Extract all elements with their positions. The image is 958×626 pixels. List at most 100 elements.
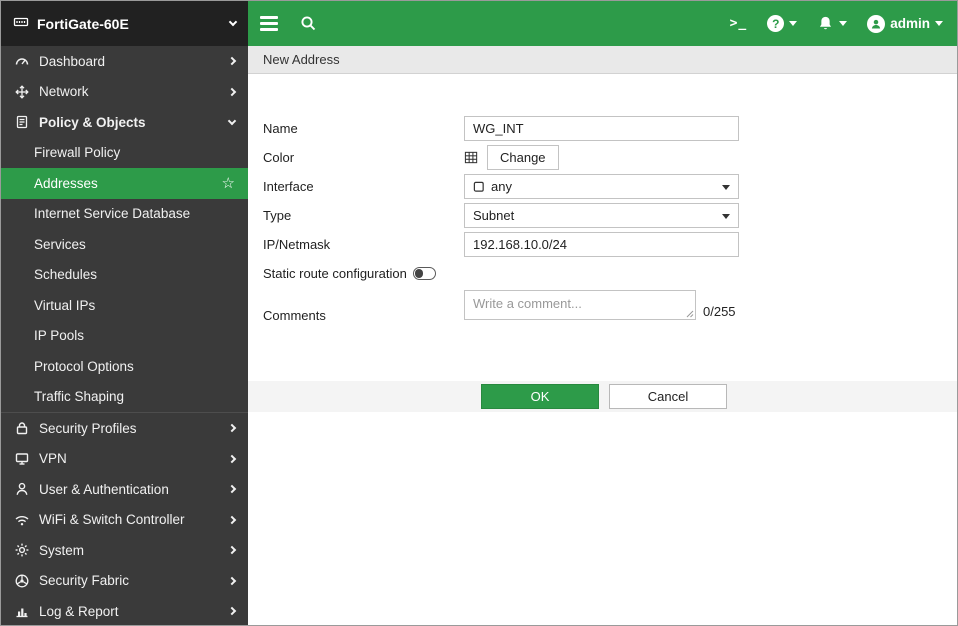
sidebar-item-label: Network — [39, 84, 89, 99]
device-name: FortiGate-60E — [37, 16, 129, 32]
sidebar-item-label: Log & Report — [39, 604, 119, 619]
sidebar-item-firewall-policy[interactable]: Firewall Policy — [1, 138, 248, 169]
sidebar-item-traffic-shaping[interactable]: Traffic Shaping — [1, 382, 248, 413]
sidebar-item-label: User & Authentication — [39, 482, 169, 497]
type-value: Subnet — [473, 208, 514, 223]
fortigate-logo-icon — [13, 14, 29, 33]
sidebar-item-label: Security Fabric — [39, 573, 129, 588]
sidebar-item-virtual-ips[interactable]: Virtual IPs — [1, 290, 248, 321]
topbar-right: >_ ? admin — [730, 15, 943, 33]
fabric-icon — [13, 572, 30, 589]
sidebar-item-label: Security Profiles — [39, 421, 137, 436]
name-input[interactable] — [464, 116, 739, 141]
sidebar-item-addresses[interactable]: Addresses ☆ — [1, 168, 248, 199]
sidebar-subitem-label: Firewall Policy — [34, 145, 120, 160]
policy-objects-submenu: Firewall Policy Addresses ☆ Internet Ser… — [1, 138, 248, 414]
sidebar-item-protocol-options[interactable]: Protocol Options — [1, 351, 248, 382]
admin-menu[interactable]: admin — [867, 15, 943, 33]
interface-select[interactable]: any — [464, 174, 739, 199]
menu-toggle-icon[interactable] — [260, 16, 278, 31]
page-title: New Address — [263, 52, 340, 67]
ip-netmask-input[interactable] — [464, 232, 739, 257]
cancel-button[interactable]: Cancel — [609, 384, 727, 409]
admin-avatar-icon — [867, 15, 885, 33]
type-select[interactable]: Subnet — [464, 203, 739, 228]
sidebar-item-user-authentication[interactable]: User & Authentication — [1, 474, 248, 505]
type-label: Type — [263, 208, 464, 223]
sidebar-item-internet-service-database[interactable]: Internet Service Database — [1, 199, 248, 230]
sidebar-item-services[interactable]: Services — [1, 229, 248, 260]
comments-textarea[interactable] — [464, 290, 696, 320]
ip-netmask-label: IP/Netmask — [263, 237, 464, 252]
policy-objects-icon — [13, 114, 30, 131]
sidebar-subitem-label: Services — [34, 237, 86, 252]
toggle-knob — [415, 269, 424, 278]
sidebar-item-schedules[interactable]: Schedules — [1, 260, 248, 291]
sidebar-item-vpn[interactable]: VPN — [1, 444, 248, 475]
gear-icon — [13, 542, 30, 559]
lock-icon — [13, 420, 30, 437]
change-color-button[interactable]: Change — [487, 145, 559, 170]
color-label: Color — [263, 150, 464, 165]
chevron-right-icon — [228, 516, 236, 524]
topbar: >_ ? admin — [248, 1, 957, 46]
sidebar-subitem-label: Addresses — [34, 176, 98, 191]
sidebar-item-label: VPN — [39, 451, 67, 466]
interface-value: any — [491, 179, 512, 194]
comments-field-wrap — [464, 290, 696, 323]
chevron-right-icon — [228, 57, 236, 65]
sidebar-item-log-report[interactable]: Log & Report — [1, 596, 248, 625]
bar-chart-icon — [13, 603, 30, 620]
type-row: Type Subnet — [263, 203, 957, 228]
sidebar-item-label: Dashboard — [39, 54, 105, 69]
admin-username: admin — [890, 16, 930, 31]
sidebar-item-label: WiFi & Switch Controller — [39, 512, 185, 527]
sidebar-item-label: Policy & Objects — [39, 115, 146, 130]
ip-netmask-row: IP/Netmask — [263, 232, 957, 257]
sidebar-subitem-label: Internet Service Database — [34, 206, 190, 221]
sidebar-nav: Dashboard Network Policy & Objects Firew… — [1, 46, 248, 625]
search-icon[interactable] — [300, 15, 317, 32]
device-selector[interactable]: FortiGate-60E — [1, 1, 248, 46]
chevron-right-icon — [228, 88, 236, 96]
wifi-icon — [13, 511, 30, 528]
caret-down-icon — [935, 21, 943, 26]
color-swatch-icon — [464, 150, 479, 165]
caret-down-icon — [789, 21, 797, 26]
gauge-icon — [13, 53, 30, 70]
chevron-down-icon — [229, 18, 237, 26]
chevron-down-icon — [228, 117, 236, 125]
sidebar-item-policy-objects[interactable]: Policy & Objects — [1, 107, 248, 138]
monitor-icon — [13, 450, 30, 467]
sidebar-item-wifi-switch-controller[interactable]: WiFi & Switch Controller — [1, 505, 248, 536]
fortigate-window: FortiGate-60E Dashboard Network Policy &… — [0, 0, 958, 626]
sidebar-item-ip-pools[interactable]: IP Pools — [1, 321, 248, 352]
content: Name Color Change Interface any — [248, 74, 957, 625]
cli-console-icon[interactable]: >_ — [730, 16, 748, 31]
network-icon — [13, 83, 30, 100]
ok-button[interactable]: OK — [481, 384, 599, 409]
topbar-left — [260, 15, 317, 32]
chevron-right-icon — [228, 424, 236, 432]
sidebar-subitem-label: Traffic Shaping — [34, 389, 124, 404]
help-menu[interactable]: ? — [767, 15, 797, 32]
sidebar-item-network[interactable]: Network — [1, 77, 248, 108]
sidebar-subitem-label: Virtual IPs — [34, 298, 95, 313]
bell-icon — [817, 15, 834, 32]
static-route-toggle[interactable] — [413, 267, 436, 280]
breadcrumb: New Address — [248, 46, 957, 74]
chevron-right-icon — [228, 546, 236, 554]
caret-down-icon — [722, 214, 730, 219]
sidebar-item-dashboard[interactable]: Dashboard — [1, 46, 248, 77]
main-area: >_ ? admin — [248, 1, 957, 625]
favorite-star-icon[interactable]: ☆ — [222, 176, 235, 191]
caret-down-icon — [722, 185, 730, 190]
char-counter: 0/255 — [703, 304, 736, 319]
sidebar-subitem-label: Schedules — [34, 267, 97, 282]
sidebar-item-security-profiles[interactable]: Security Profiles — [1, 413, 248, 444]
sidebar-item-security-fabric[interactable]: Security Fabric — [1, 566, 248, 597]
notifications-menu[interactable] — [817, 15, 847, 32]
sidebar-item-system[interactable]: System — [1, 535, 248, 566]
interface-row: Interface any — [263, 174, 957, 199]
chevron-right-icon — [228, 485, 236, 493]
